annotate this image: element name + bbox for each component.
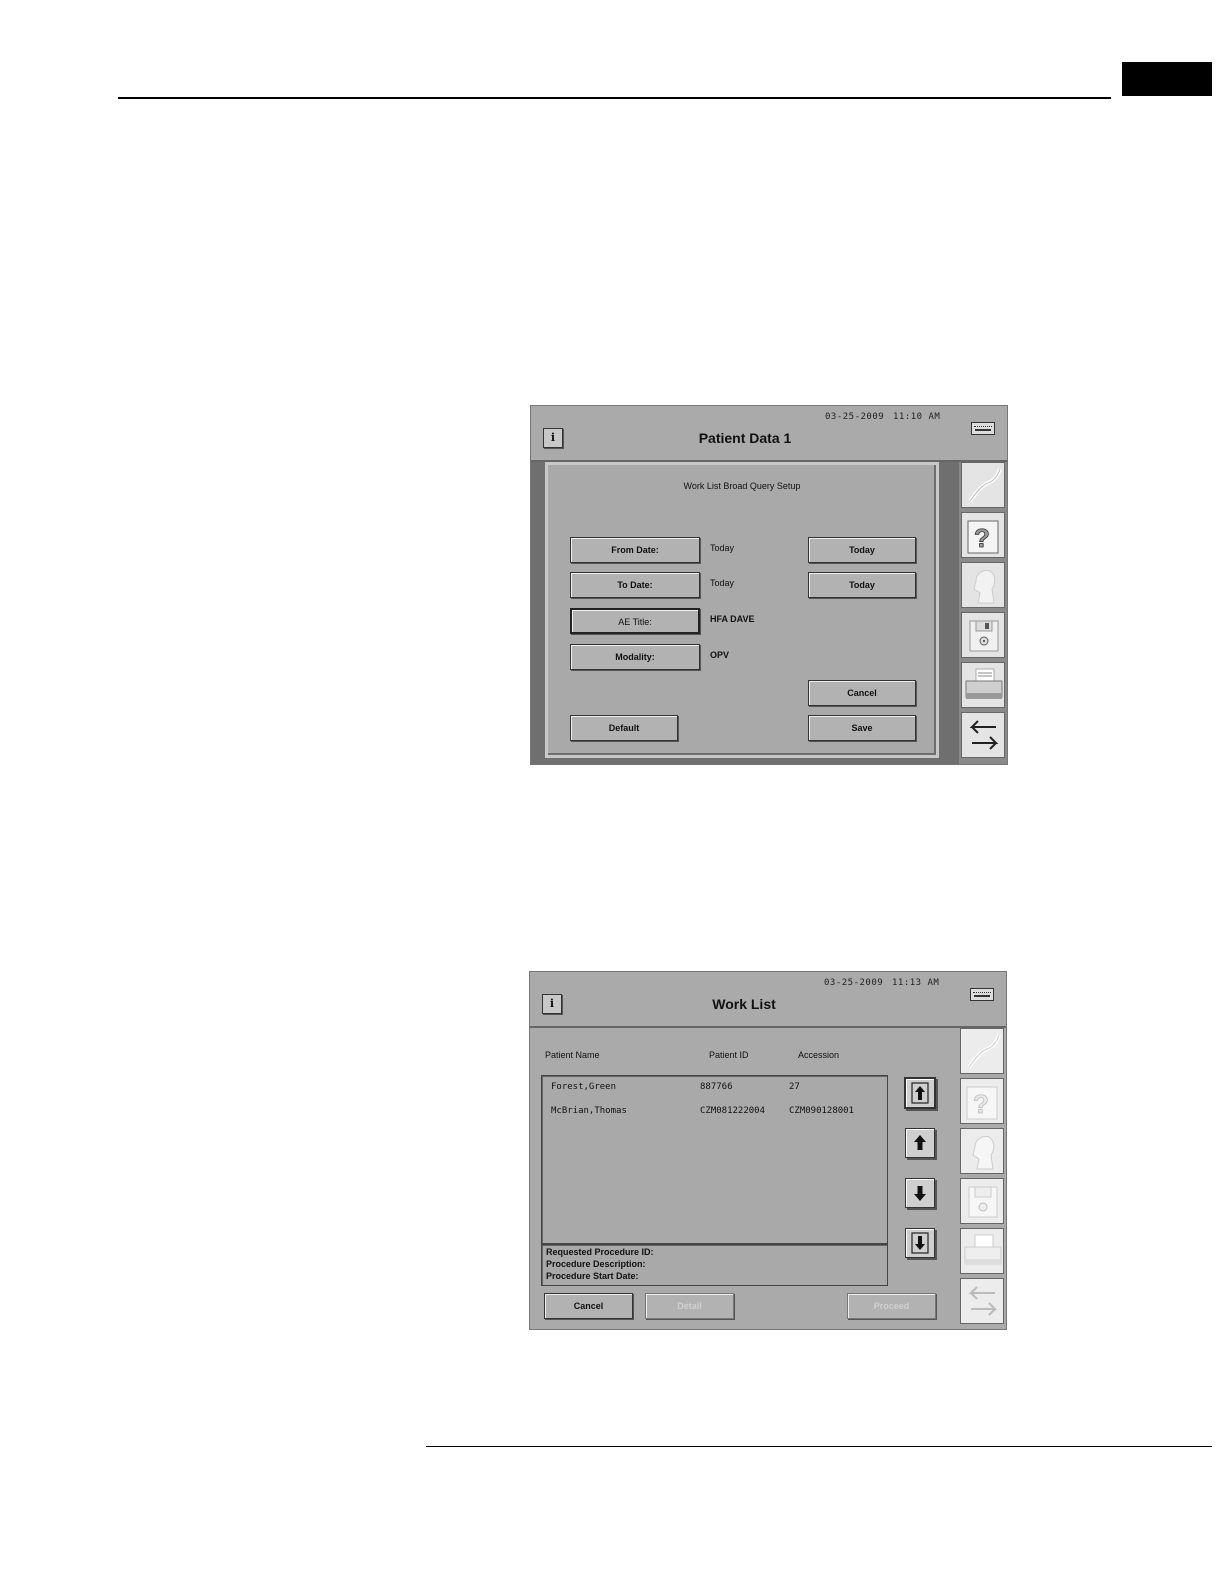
save-button[interactable]: Save [808,715,916,741]
svg-text:?: ? [973,1089,989,1119]
line-down-button[interactable] [905,1178,935,1208]
curve-tool-icon [967,1034,1001,1069]
help-button[interactable]: ? [961,512,1005,558]
line-up-button[interactable] [905,1128,935,1158]
column-header-accession: Accession [798,1050,840,1060]
default-button[interactable]: Default [570,715,678,741]
patient-button[interactable] [961,562,1005,608]
page-title: Patient Data 1 [698,430,792,446]
cancel-button[interactable]: Cancel [808,680,916,706]
svg-text:?: ? [974,523,990,553]
title-bar: i 03-25-2009 11:13 AM Work List [530,972,1006,1026]
chapter-tab [1122,62,1212,96]
dialog-title: Work List Broad Query Setup [683,481,801,491]
column-header-patient-name: Patient Name [545,1050,600,1060]
save-disk-button[interactable] [961,612,1005,658]
side-toolbar: ? [959,462,1007,764]
return-button[interactable] [961,712,1005,758]
proceed-button[interactable]: Proceed [847,1293,936,1319]
curve-tool-icon [968,468,1002,503]
patient-data-screen: i 03-25-2009 11:10 AM Patient Data 1 Wor… [530,405,1008,765]
keyboard-icon[interactable] [970,988,994,1001]
procedure-description-label: Procedure Description: [546,1259,646,1269]
help-button[interactable]: ? [960,1078,1004,1124]
line-down-icon [914,1186,926,1201]
procedure-details-box: Requested Procedure ID: Procedure Descri… [541,1244,888,1286]
from-date-today-button[interactable]: Today [808,537,916,563]
bottom-rule [426,1446,1212,1447]
modality-button[interactable]: Modality: [570,644,700,670]
floppy-disk-icon [969,620,999,652]
row-accession: 27 [789,1082,800,1092]
table-row[interactable]: McBrian,Thomas CZM081222004 CZM090128001 [542,1104,887,1120]
time-label: 11:10 AM [893,412,941,422]
work-list-screen: i 03-25-2009 11:13 AM Work List Patient … [529,971,1007,1330]
line-up-icon [914,1135,926,1150]
patient-profile-icon [973,570,996,604]
to-date-value: Today [710,578,735,588]
title-separator [530,1026,1006,1028]
keyboard-icon[interactable] [971,422,995,435]
print-button[interactable] [960,1228,1004,1274]
row-patient-id: CZM081222004 [700,1106,766,1116]
patient-button[interactable] [960,1128,1004,1174]
row-patient-name: Forest,Green [551,1082,617,1092]
return-button[interactable] [960,1278,1004,1324]
time-label: 11:13 AM [892,978,940,988]
query-setup-dialog: Work List Broad Query Setup From Date: T… [545,462,939,758]
patient-profile-icon [972,1136,995,1170]
printer-icon [965,668,1003,699]
cancel-button[interactable]: Cancel [544,1293,633,1319]
ae-title-value: HFA DAVE [710,614,755,624]
ae-title-button[interactable]: AE Title: [570,608,700,634]
return-arrows-icon [969,720,999,750]
row-patient-id: 887766 [700,1082,733,1092]
return-arrows-icon [968,1286,998,1316]
page-up-button[interactable] [904,1077,936,1109]
requested-procedure-id-label: Requested Procedure ID: [546,1247,654,1257]
top-rule [118,97,1111,99]
side-toolbar: ? [958,1028,1006,1329]
curve-tool-button[interactable] [961,462,1005,508]
to-date-today-button[interactable]: Today [808,572,916,598]
print-button[interactable] [961,662,1005,708]
row-accession: CZM090128001 [789,1106,855,1116]
work-list-box[interactable]: Forest,Green 887766 27 McBrian,Thomas CZ… [541,1075,888,1244]
page-up-icon [911,1082,929,1104]
column-header-patient-id: Patient ID [709,1050,749,1060]
from-date-value: Today [710,543,735,553]
row-patient-name: McBrian,Thomas [551,1106,627,1116]
floppy-disk-icon [968,1186,998,1218]
save-disk-button[interactable] [960,1178,1004,1224]
help-icon: ? [967,520,999,554]
page-title: Work List [712,996,776,1012]
help-icon: ? [966,1086,998,1120]
date-label: 03-25-2009 [824,978,884,988]
to-date-button[interactable]: To Date: [570,572,700,598]
curve-tool-button[interactable] [960,1028,1004,1074]
table-row[interactable]: Forest,Green 887766 27 [542,1080,887,1096]
modality-value: OPV [710,650,730,660]
date-label: 03-25-2009 [825,412,885,422]
title-bar: i 03-25-2009 11:10 AM Patient Data 1 [531,406,1007,460]
from-date-button[interactable]: From Date: [570,537,700,563]
detail-button[interactable]: Detail [645,1293,734,1319]
page-down-icon [911,1232,929,1254]
procedure-start-date-label: Procedure Start Date: [546,1271,639,1281]
printer-icon [964,1234,1002,1265]
page-down-button[interactable] [905,1228,935,1258]
